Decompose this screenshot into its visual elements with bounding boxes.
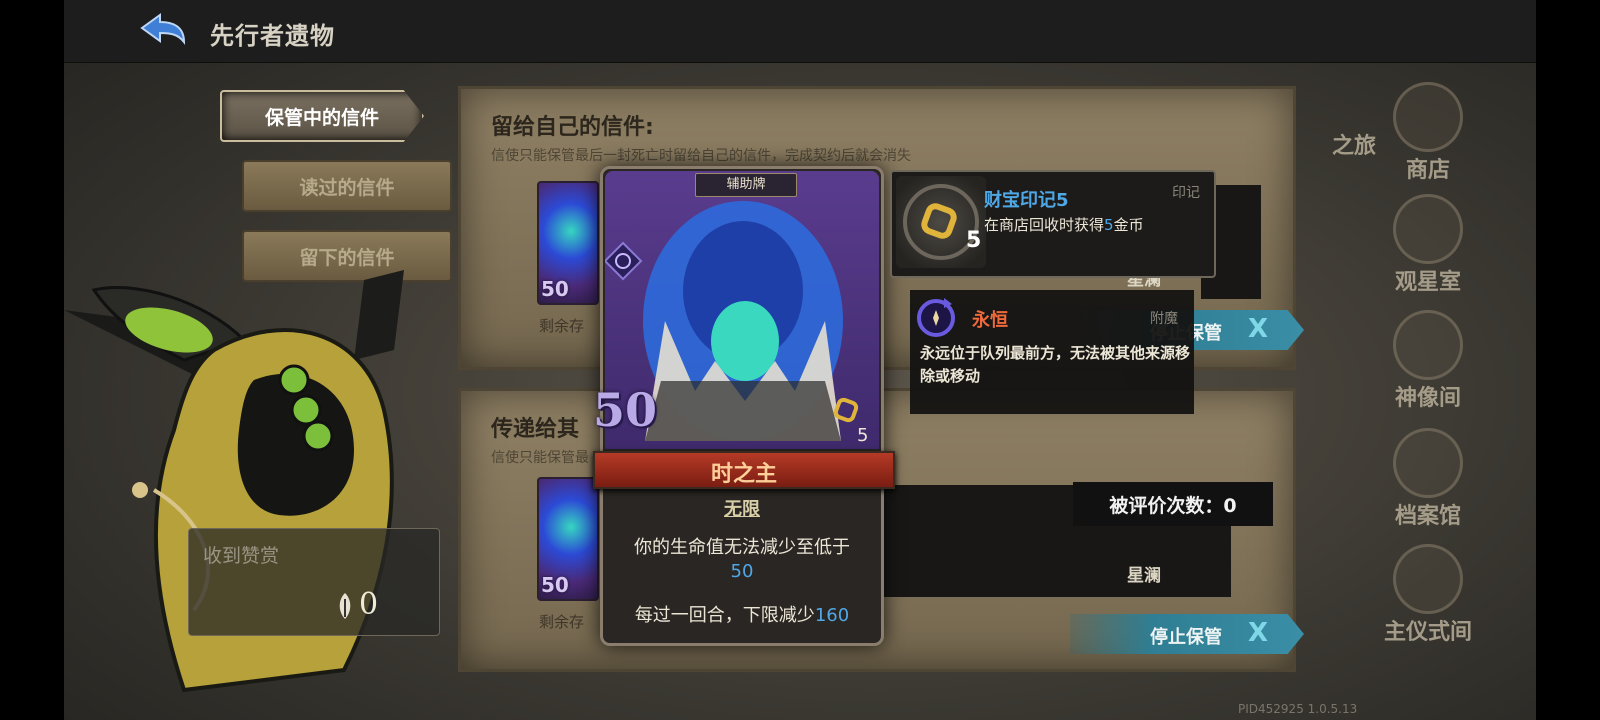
top-bar: 先行者遗物 bbox=[64, 0, 1536, 63]
treasure-seal-icon bbox=[903, 184, 979, 260]
menu-shop[interactable]: 商店 bbox=[1368, 82, 1488, 184]
close-icon: X bbox=[1248, 314, 1269, 344]
gold-seal-icon bbox=[833, 397, 859, 423]
shop-icon bbox=[1393, 82, 1463, 152]
version-label: PID452925 1.0.5.13 bbox=[1238, 702, 1358, 716]
panel-description: 信使只能保管最后一封死亡时留给自己的信件，完成契约后就会消失 bbox=[491, 148, 911, 164]
card-detail[interactable]: 辅助牌 50 5 时之主 无限 你的生命值无法减少至低于 50 每过一回合，下限… bbox=[593, 166, 895, 646]
card-name: 时之主 bbox=[710, 462, 777, 487]
statue-icon bbox=[1393, 310, 1463, 380]
menu-label: 档案馆 bbox=[1394, 504, 1461, 529]
card-description-line: 你的生命值无法减少至低于 bbox=[634, 537, 850, 558]
seal-frame: 5 bbox=[896, 176, 986, 268]
card-keyword[interactable]: 无限 bbox=[603, 495, 881, 521]
enchant-badge-icon bbox=[605, 241, 643, 281]
card-name-banner: 时之主 bbox=[593, 451, 895, 489]
card-description-value: 50 bbox=[730, 561, 754, 582]
page-title: 先行者遗物 bbox=[210, 22, 335, 50]
seal-description: 在商店回收时获得5金币 bbox=[984, 214, 1144, 235]
panel-description: 信使只能保管最 bbox=[491, 450, 589, 466]
card-gold-value: 5 bbox=[857, 425, 869, 446]
seal-desc-text: 在商店回收时获得 bbox=[984, 216, 1105, 234]
eternal-enchant-icon bbox=[917, 298, 955, 337]
close-icon: X bbox=[1248, 618, 1269, 648]
back-button[interactable] bbox=[138, 12, 190, 52]
card-description-text: 每过一回合，下限减少 bbox=[634, 605, 815, 626]
menu-label: 观星室 bbox=[1394, 270, 1461, 295]
letter-card-thumbnail[interactable]: 50 bbox=[537, 477, 599, 601]
panel-title: 传递给其 bbox=[491, 417, 580, 442]
ritual-icon bbox=[1393, 544, 1463, 614]
menu-label: 主仪式间 bbox=[1383, 620, 1472, 645]
archive-icon bbox=[1393, 428, 1463, 498]
tab-read-letters[interactable]: 读过的信件 bbox=[242, 160, 452, 212]
enchant-name: 永恒 bbox=[972, 310, 1008, 331]
panel-title: 留给自己的信件: bbox=[491, 115, 654, 140]
card-cost: 50 bbox=[593, 383, 658, 437]
rating-count-badge: 被评价次数：0 bbox=[1073, 482, 1273, 526]
seal-type: 印记 bbox=[1172, 185, 1200, 201]
feather-icon bbox=[339, 593, 351, 619]
menu-label: 神像间 bbox=[1394, 386, 1461, 411]
tab-label: 读过的信件 bbox=[299, 176, 395, 199]
seal-desc-text: 金币 bbox=[1113, 216, 1144, 234]
tab-letters-in-keeping[interactable]: 保管中的信件 bbox=[220, 90, 424, 142]
card-description-value: 160 bbox=[814, 605, 850, 626]
remaining-storage-label: 剩余存 bbox=[539, 613, 585, 631]
seal-desc-value: 5 bbox=[1104, 216, 1114, 234]
stop-keeping-label: 停止保管 bbox=[1150, 627, 1222, 648]
reward-label: 收到赞赏 bbox=[203, 545, 280, 567]
card-type-label: 辅助牌 bbox=[695, 173, 797, 197]
menu-statue-hall[interactable]: 神像间 bbox=[1368, 310, 1488, 412]
tab-label: 保管中的信件 bbox=[264, 106, 379, 129]
menu-label: 商店 bbox=[1405, 158, 1450, 183]
card-description-line: 每过一回合，下限减少160 bbox=[603, 601, 881, 627]
letter-card-thumbnail[interactable]: 50 bbox=[537, 181, 599, 305]
stop-keeping-button[interactable]: 停止保管 X bbox=[1070, 614, 1304, 654]
enchant-tooltip: 永恒 附魔 永远位于队列最前方，无法被其他来源移除或移动 bbox=[910, 290, 1194, 414]
card-cost: 50 bbox=[541, 573, 569, 597]
sender-name: 星澜 bbox=[1127, 566, 1161, 586]
tab-label: 留下的信件 bbox=[299, 246, 395, 269]
seal-level: 5 bbox=[966, 228, 982, 253]
hooded-creature-illustration bbox=[64, 270, 404, 693]
menu-observatory[interactable]: 观星室 bbox=[1368, 194, 1488, 296]
star-icon bbox=[1393, 194, 1463, 264]
reward-count: 0 bbox=[359, 587, 379, 622]
back-arrow-icon bbox=[140, 13, 186, 46]
reward-box: 收到赞赏 0 bbox=[188, 528, 440, 636]
menu-archives[interactable]: 档案馆 bbox=[1368, 428, 1488, 530]
enchant-type: 附魔 bbox=[1150, 311, 1178, 327]
game-screen: 先行者遗物 保管中的信件 读过的信件 留下的信件 收到赞赏 0 留给自己的信件: bbox=[64, 0, 1536, 720]
menu-ritual-hall[interactable]: 主仪式间 bbox=[1368, 544, 1488, 646]
seal-tooltip: 5 财宝印记5 印记 在商店回收时获得5金币 bbox=[890, 170, 1216, 278]
enchant-description: 永远位于队列最前方，无法被其他来源移除或移动 bbox=[920, 344, 1191, 385]
seal-name: 财宝印记5 bbox=[984, 190, 1069, 211]
card-cost: 50 bbox=[541, 277, 569, 301]
remaining-storage-label: 剩余存 bbox=[539, 317, 585, 335]
